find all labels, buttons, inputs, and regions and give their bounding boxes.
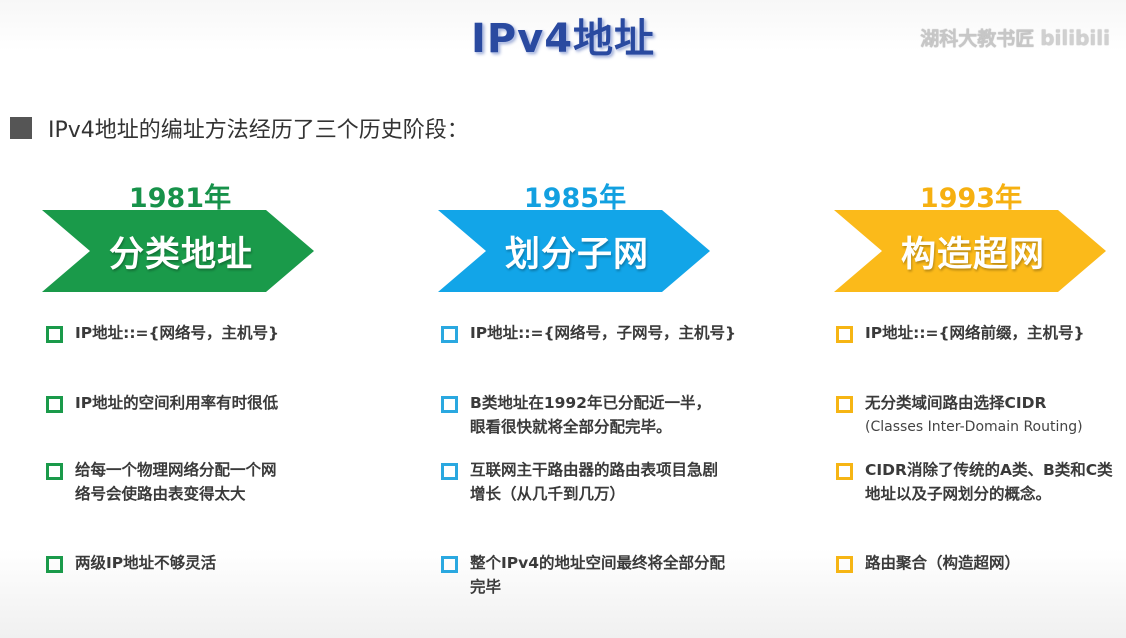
checkbox-icon bbox=[441, 463, 458, 480]
stage-2-label: 划分子网 bbox=[504, 234, 649, 275]
checkbox-icon bbox=[46, 326, 63, 343]
item-subtext: (Classes Inter-Domain Routing) bbox=[865, 419, 1083, 435]
item-text: 路由聚合（构造超网） bbox=[865, 554, 1021, 572]
item-text: IP地址::={网络号，子网号，主机号} bbox=[470, 324, 737, 342]
item-text: CIDR消除了传统的A类、B类和C类地址以及子网划分的概念。 bbox=[865, 461, 1113, 503]
stage-2-item: B类地址在1992年已分配近一半，眼看很快就将全部分配完毕。 bbox=[441, 394, 741, 439]
bilibili-logo: bilibili bbox=[1040, 25, 1110, 50]
checkbox-icon bbox=[46, 396, 63, 413]
checkbox-icon bbox=[441, 326, 458, 343]
item-text: 两级IP地址不够灵活 bbox=[75, 554, 217, 572]
watermark: 湖科大教书匠 bilibili bbox=[920, 24, 1110, 51]
checkbox-icon bbox=[836, 463, 853, 480]
stage-1-item: 给每一个物理网络分配一个网络号会使路由表变得太大 bbox=[46, 461, 306, 506]
stage-1-item: IP地址的空间利用率有时很低 bbox=[46, 394, 346, 415]
stage-1-year: 1981年 bbox=[128, 183, 232, 214]
stage-2-item: 互联网主干路由器的路由表项目急剧增长（从几千到几万） bbox=[441, 461, 741, 506]
stage-2-item: IP地址::={网络号，子网号，主机号} bbox=[441, 324, 781, 345]
stage-3-item: IP地址::={网络前缀，主机号} bbox=[836, 324, 1121, 345]
intro-text: IPv4地址的编址方法经历了三个历史阶段： bbox=[48, 118, 469, 143]
stage-1-item: 两级IP地址不够灵活 bbox=[46, 554, 346, 575]
stage-3-item: CIDR消除了传统的A类、B类和C类地址以及子网划分的概念。 bbox=[836, 461, 1121, 506]
item-text: 给每一个物理网络分配一个网络号会使路由表变得太大 bbox=[75, 461, 277, 503]
item-text: IP地址::={网络号，主机号} bbox=[75, 324, 280, 342]
item-text: IP地址的空间利用率有时很低 bbox=[75, 394, 279, 412]
stage-1-chevron: 分类地址 bbox=[42, 210, 314, 292]
checkbox-icon bbox=[46, 463, 63, 480]
checkbox-icon bbox=[441, 396, 458, 413]
stage-2-year: 1985年 bbox=[523, 183, 627, 214]
stage-3-item: 无分类域间路由选择CIDR (Classes Inter-Domain Rout… bbox=[836, 394, 1121, 439]
stage-3-item: 路由聚合（构造超网） bbox=[836, 554, 1121, 575]
stage-2-chevron: 划分子网 bbox=[438, 210, 710, 292]
stage-1-label: 分类地址 bbox=[108, 234, 253, 275]
item-text: 整个IPv4的地址空间最终将全部分配完毕 bbox=[470, 554, 726, 596]
item-text: 无分类域间路由选择CIDR (Classes Inter-Domain Rout… bbox=[865, 391, 1083, 439]
checkbox-icon bbox=[46, 556, 63, 573]
bullet-square-icon bbox=[10, 117, 32, 139]
stage-3-year: 1993年 bbox=[919, 183, 1023, 214]
item-text: IP地址::={网络前缀，主机号} bbox=[865, 324, 1085, 342]
checkbox-icon bbox=[836, 556, 853, 573]
item-text: 互联网主干路由器的路由表项目急剧增长（从几千到几万） bbox=[470, 461, 719, 503]
checkbox-icon bbox=[836, 326, 853, 343]
watermark-text: 湖科大教书匠 bbox=[920, 28, 1035, 50]
checkbox-icon bbox=[836, 396, 853, 413]
checkbox-icon bbox=[441, 556, 458, 573]
stage-3-label: 构造超网 bbox=[900, 234, 1045, 275]
stage-2-item: 整个IPv4的地址空间最终将全部分配完毕 bbox=[441, 554, 741, 599]
stage-3-chevron: 构造超网 bbox=[834, 210, 1106, 292]
item-main-text: 无分类域间路由选择CIDR bbox=[865, 394, 1047, 412]
item-text: B类地址在1992年已分配近一半，眼看很快就将全部分配完毕。 bbox=[470, 394, 711, 436]
intro-line: IPv4地址的编址方法经历了三个历史阶段： bbox=[10, 112, 469, 144]
stage-1-item: IP地址::={网络号，主机号} bbox=[46, 324, 346, 345]
